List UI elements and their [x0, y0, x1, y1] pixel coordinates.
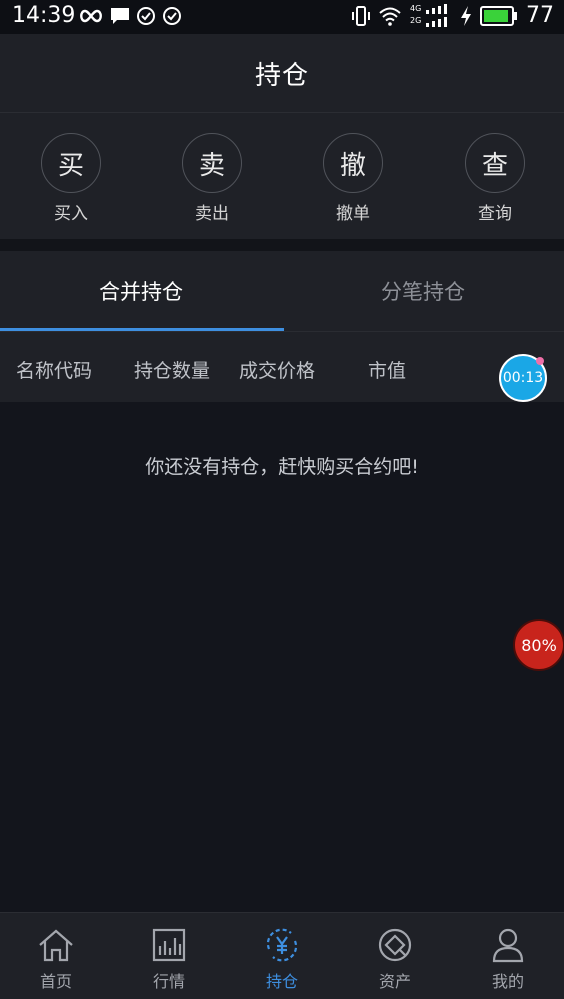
column-quantity: 持仓数量: [134, 360, 211, 382]
query-button[interactable]: 查 查询: [455, 133, 535, 224]
user-icon: [492, 928, 524, 963]
floating-progress[interactable]: 80%: [513, 619, 564, 671]
sell-icon: 卖: [182, 133, 242, 193]
query-label: 查询: [478, 204, 512, 224]
nav-label-positions: 持仓: [265, 972, 298, 991]
cancel-order-label: 撤单: [336, 204, 370, 224]
empty-state-message: 你还没有持仓，赶快购买合约吧!: [145, 456, 419, 478]
nav-label-assets: 资产: [378, 972, 411, 991]
home-icon: [39, 929, 73, 962]
nav-item-assets[interactable]: 资产: [339, 913, 451, 999]
buy-label: 买入: [54, 204, 88, 224]
battery-level: 77: [526, 3, 554, 28]
status-bar: 14:39 4G 2G 77: [0, 0, 564, 34]
network-label-4g: 4G: [410, 3, 422, 13]
column-price: 成交价格: [239, 360, 316, 382]
page-title: 持仓: [254, 60, 309, 91]
nav-item-positions[interactable]: 持仓: [226, 913, 338, 999]
action-bar: 买 买入 卖 卖出 撤 撤单 查 查询: [0, 113, 564, 239]
sell-label: 卖出: [195, 204, 229, 224]
sell-button[interactable]: 卖 卖出: [172, 133, 252, 224]
query-icon: 查: [465, 133, 525, 193]
position-tabs: 合并持仓 分笔持仓: [0, 251, 564, 331]
table-header: 名称代码 持仓数量 成交价格 市值: [0, 331, 564, 402]
nav-item-home[interactable]: 首页: [0, 913, 112, 999]
infinity-icon: [80, 9, 102, 23]
status-left-icons: [78, 6, 182, 26]
battery-icon: [480, 5, 517, 26]
nav-item-mine[interactable]: 我的: [452, 913, 564, 999]
column-market-value: 市值: [368, 360, 407, 382]
nav-label-home: 首页: [39, 972, 72, 991]
status-right: 4G 2G 77: [352, 3, 554, 28]
yen-cycle-icon: [266, 928, 298, 962]
buy-button[interactable]: 买 买入: [31, 133, 111, 224]
bottom-nav: 首页 行情 持仓 资产 我的: [0, 912, 564, 999]
column-name-code: 名称代码: [16, 360, 93, 382]
check-circle-icon: [163, 7, 181, 25]
nav-item-market[interactable]: 行情: [113, 913, 225, 999]
wifi-icon: [379, 7, 401, 26]
app-header: 持仓: [0, 34, 564, 113]
nav-label-mine: 我的: [491, 972, 524, 991]
vibrate-icon: [352, 5, 370, 26]
cancel-order-button[interactable]: 撤 撤单: [313, 133, 393, 224]
charging-bolt-icon: [461, 5, 471, 26]
signal-bars: 4G 2G: [410, 3, 452, 28]
asset-icon: [378, 928, 412, 962]
tab-merged-positions[interactable]: 合并持仓: [0, 251, 282, 331]
section-divider: [0, 239, 564, 251]
nav-label-market: 行情: [152, 972, 185, 991]
check-circle-icon: [137, 7, 155, 25]
signal-icon: [426, 3, 447, 27]
message-icon: [111, 8, 129, 24]
network-label-2g: 2G: [410, 15, 422, 25]
tab-individual-positions[interactable]: 分笔持仓: [282, 251, 564, 331]
timer-notification-dot: [536, 357, 544, 365]
buy-icon: 买: [41, 133, 101, 193]
cancel-icon: 撤: [323, 133, 383, 193]
chart-icon: [152, 928, 186, 962]
status-time: 14:39: [12, 3, 76, 28]
